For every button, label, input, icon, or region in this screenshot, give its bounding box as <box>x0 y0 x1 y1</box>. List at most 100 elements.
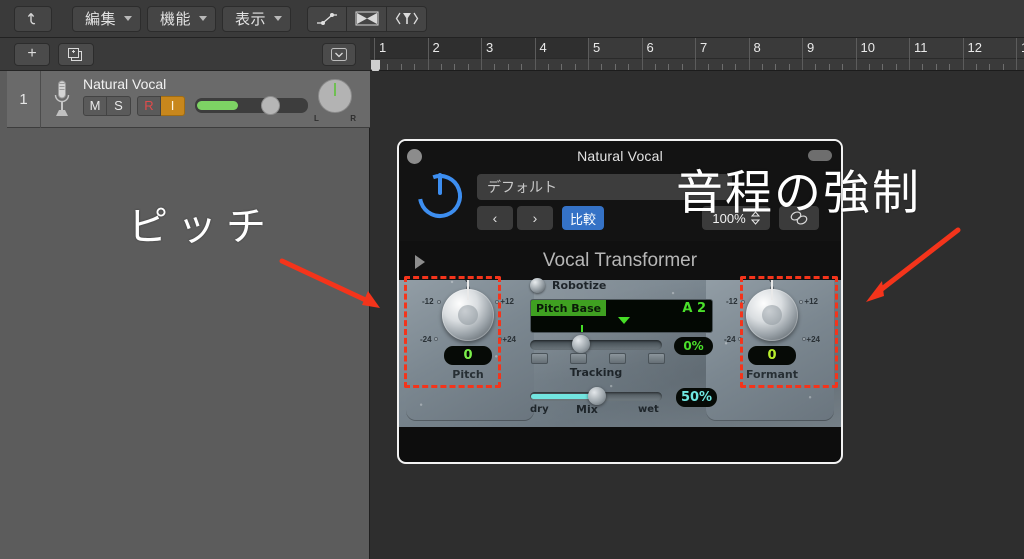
cycle-region[interactable] <box>370 38 588 58</box>
ruler-beat-tick <box>494 64 496 70</box>
undo-button[interactable] <box>14 5 52 32</box>
automation-icon <box>317 12 338 25</box>
annotation-arrow-right <box>866 227 961 302</box>
record-enable-button[interactable]: R <box>137 95 161 116</box>
quantize-button[interactable] <box>387 5 428 32</box>
duplicate-track-button[interactable] <box>58 42 94 66</box>
tracking-preset-button-1[interactable] <box>531 353 548 364</box>
robotize-led-icon[interactable] <box>530 278 545 293</box>
ruler-beat-tick <box>681 64 683 70</box>
mute-button[interactable]: M <box>83 95 107 116</box>
mix-fill <box>531 394 593 399</box>
flex-time-button[interactable] <box>347 5 388 32</box>
menu-edit-label: 編集 <box>85 11 117 28</box>
ruler-bar-number: 2 <box>432 40 440 55</box>
input-monitor-button[interactable]: I <box>161 95 185 116</box>
tracking-preset-button-2[interactable] <box>570 353 587 364</box>
ruler-beat-tick <box>935 64 937 70</box>
robotize-control[interactable]: Robotize <box>530 278 606 293</box>
main-toolbar: 編集 機能 表示 <box>0 0 1024 38</box>
ruler-bar-number: 5 <box>593 40 601 55</box>
ruler-beat-tick <box>842 64 844 70</box>
track-row[interactable]: 1 Natural Vocal M S R I L R <box>7 70 370 128</box>
pitch-knob-block: 0 -12 +12 -24 +24 0 Pitch <box>418 275 518 381</box>
chevron-right-icon: › <box>532 210 538 226</box>
ruler-beat-tick <box>547 64 549 70</box>
pitch-base-display[interactable]: Pitch Base A 2 <box>530 299 713 333</box>
solo-button[interactable]: S <box>107 95 131 116</box>
ruler-bar-3: 3 <box>481 38 493 70</box>
chevron-down-icon <box>274 16 283 21</box>
scale-dot <box>738 337 742 341</box>
ruler-bar-number: 9 <box>807 40 815 55</box>
flex-time-icon <box>355 11 379 26</box>
ruler-beat-tick <box>882 64 884 70</box>
pan-control[interactable]: L R <box>312 78 358 123</box>
robotize-label: Robotize <box>552 279 607 292</box>
chevron-down-icon <box>124 16 133 21</box>
previous-preset-button[interactable]: ‹ <box>477 206 513 230</box>
ruler-bar-8: 8 <box>748 38 761 70</box>
ruler-beat-tick <box>735 64 737 70</box>
plugin-footer: Vocal Transformer <box>399 241 841 280</box>
volume-slider[interactable] <box>195 96 308 115</box>
tracklist-view-options-button[interactable] <box>322 42 356 66</box>
ruler-beat-tick <box>454 64 456 70</box>
ruler-beat-tick <box>574 64 576 70</box>
ruler-bar-13: 13 <box>1016 38 1024 70</box>
tracking-preset-button-3[interactable] <box>609 353 626 364</box>
scale-dot <box>434 337 438 341</box>
ruler-beat-tick <box>868 64 870 70</box>
ruler-beat-tick <box>922 64 924 70</box>
ruler-bar-10: 10 <box>855 38 875 70</box>
ruler-beat-tick <box>895 64 897 70</box>
ruler-beat-tick <box>975 64 977 70</box>
ruler-bar-4: 4 <box>534 38 547 70</box>
menu-edit[interactable]: 編集 <box>72 5 142 32</box>
tracking-slider-thumb[interactable] <box>572 335 590 353</box>
ruler-beat-tick <box>788 64 790 70</box>
ruler-bar-7: 7 <box>695 38 707 70</box>
tracking-slider[interactable] <box>530 340 662 350</box>
pan-knob[interactable] <box>318 78 352 113</box>
add-track-button[interactable]: + <box>14 42 50 66</box>
menu-functions[interactable]: 機能 <box>147 5 217 32</box>
pitch-base-marker-icon <box>618 317 630 324</box>
plugin-close-dot[interactable] <box>407 149 422 164</box>
pitch-scale-plus24: +24 <box>502 335 516 344</box>
expand-arrow-icon[interactable] <box>415 255 425 269</box>
undo-arrow-icon <box>27 12 36 24</box>
mix-value-display[interactable]: 50% <box>676 388 717 407</box>
record-input-group: R I <box>137 95 185 116</box>
pan-knob-indicator <box>334 82 336 96</box>
pan-labels: L R <box>312 113 358 123</box>
pitch-knob-indicator <box>467 280 469 300</box>
pitch-knob[interactable] <box>442 280 494 341</box>
ruler-beat-tick <box>561 64 563 70</box>
pitch-label: Pitch <box>452 368 484 381</box>
ruler-bar-number: 8 <box>753 40 761 55</box>
ruler-bar-number: 10 <box>860 40 875 55</box>
track-number: 1 <box>19 90 28 108</box>
chevron-down-icon <box>199 16 208 21</box>
tracking-value-display[interactable]: 0% <box>674 337 713 355</box>
formant-knob[interactable] <box>746 280 798 341</box>
power-icon[interactable] <box>413 167 467 221</box>
formant-knob-block: 0 -12 +12 -24 +24 0 Formant <box>722 275 822 381</box>
tracking-preset-button-4[interactable] <box>648 353 665 364</box>
chevron-left-icon: ‹ <box>492 210 498 226</box>
automation-button[interactable] <box>307 5 348 32</box>
ruler-beat-tick <box>989 64 991 70</box>
ruler-beat-tick <box>614 64 616 70</box>
menu-view[interactable]: 表示 <box>222 5 292 32</box>
ruler-bar-number: 11 <box>914 40 928 55</box>
mix-label: Mix <box>576 403 598 416</box>
duplicate-track-icon <box>68 47 82 61</box>
ruler-bar-number: 4 <box>539 40 547 55</box>
next-preset-button[interactable]: › <box>517 206 553 230</box>
formant-scale-minus12: -12 <box>726 297 738 306</box>
timeline-ruler[interactable]: 12345678910111213 <box>370 38 1024 71</box>
formant-scale-minus24: -24 <box>724 335 736 344</box>
compare-button[interactable]: 比較 <box>562 206 604 230</box>
volume-slider-thumb[interactable] <box>261 96 280 115</box>
